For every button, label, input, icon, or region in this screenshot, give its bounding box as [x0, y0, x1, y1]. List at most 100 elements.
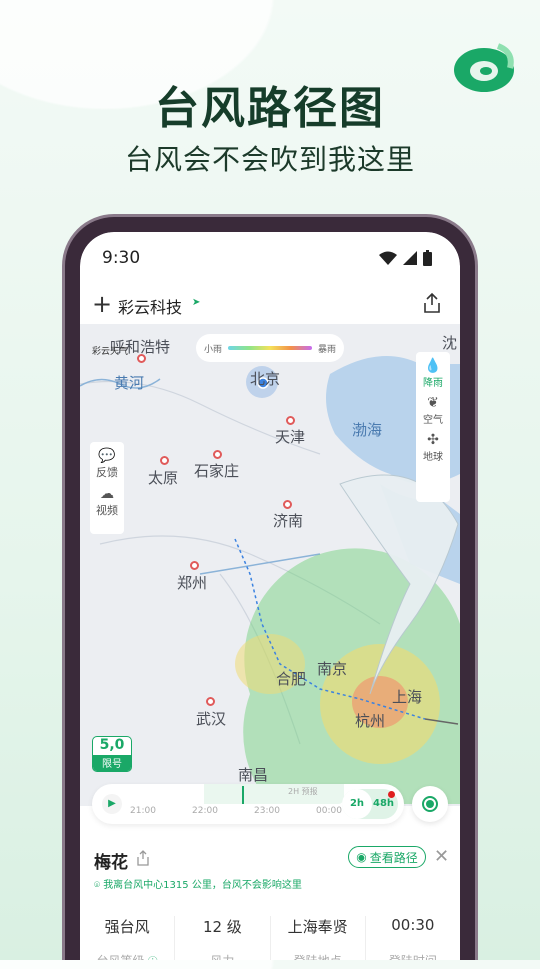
tick-label: 22:00 [192, 806, 218, 816]
play-button[interactable]: ▶ [102, 794, 122, 814]
stat-value: 强台风 [104, 918, 150, 936]
tool-label: 视频 [96, 504, 118, 517]
city-label: 天津 [275, 428, 306, 446]
restriction-label: 限号 [93, 755, 131, 771]
share-icon[interactable] [136, 850, 150, 866]
city-label: 郑州 [177, 574, 208, 592]
restriction-value: 5,0 [99, 737, 125, 753]
distance-text: 我离台风中心1315 公里，台风不会影响这里 [103, 880, 302, 891]
promo-subtitle: 台风会不会吹到我这里 [124, 143, 415, 176]
city-marker [160, 456, 169, 465]
city-label: 上海 [392, 688, 423, 706]
share-icon[interactable] [422, 292, 442, 314]
stat-level: 强台风台风等级 ⓘ [80, 916, 176, 968]
stat-value: 12 级 [202, 918, 242, 936]
phone-screen: 9:30 + 彩云科技 ➤ 呼和浩特 彩云天气 北京 天津 太原 石家庄 济南 … [80, 232, 460, 960]
tool-label: 反馈 [96, 466, 118, 479]
plus-icon[interactable]: + [92, 290, 112, 318]
city-label: 杭州 [355, 712, 386, 730]
city-label: 济南 [273, 512, 304, 530]
brand-watermark: 彩云天气 [92, 347, 129, 357]
forecast-label: 2H 预报 [288, 787, 318, 796]
notification-dot [388, 791, 395, 798]
download-icon: ☁ [100, 486, 114, 502]
stat-label: 登陆时间 [388, 954, 437, 968]
weather-map[interactable]: 呼和浩特 彩云天气 北京 天津 太原 石家庄 济南 郑州 合肥 南京 上海 杭州… [80, 324, 460, 806]
stat-label-text: 台风等级 [96, 954, 145, 968]
location-pin-icon: ⌾ [94, 880, 104, 891]
layer-label: 空气 [423, 415, 443, 426]
wifi-icon [379, 251, 397, 265]
stat-label: 风力 [210, 954, 235, 968]
layer-rain[interactable]: 💧 降雨 [416, 352, 450, 389]
tick-label: 23:00 [254, 806, 280, 816]
city-label: 太原 [148, 469, 179, 487]
typhoon-card: 梅花 ◉ 查看路径 ✕ ⌾ 我离台风中心1315 公里，台风不会影响这里 强台风台… [80, 806, 460, 960]
close-icon[interactable]: ✕ [434, 846, 449, 867]
city-marker [213, 450, 222, 459]
legend-min: 小雨 [204, 344, 223, 355]
plate-restriction-badge[interactable]: 5,0 限号 [92, 736, 132, 772]
location-arrow-icon: ➤ [192, 297, 201, 308]
stat-wind: 12 级风力 [175, 916, 271, 968]
status-time: 9:30 [102, 248, 141, 268]
layer-label: 降雨 [423, 378, 443, 389]
timeline-bar[interactable]: ▶ 2H 预报 21:00 22:00 23:00 00:00 2h 48h [92, 784, 404, 824]
stat-landfall-time: 00:30 登陆时间 [366, 916, 460, 968]
city-marker [206, 697, 215, 706]
view-path-label: 查看路径 [369, 850, 418, 865]
mode-48h[interactable]: 48h [373, 798, 394, 809]
city-label: 沈 [442, 334, 458, 352]
city-label: 石家庄 [194, 462, 240, 480]
stat-label: 台风等级 ⓘ [80, 952, 174, 968]
tick-label: 00:00 [316, 806, 342, 816]
help-icon[interactable]: ⓘ [145, 957, 158, 960]
river-label: 黄河 [114, 374, 145, 392]
fan-icon: ✣ [427, 432, 439, 448]
view-path-button[interactable]: ◉ 查看路径 [348, 846, 426, 868]
feedback-icon: 💬 [98, 448, 116, 464]
distance-note: ⌾ 我离台风中心1315 公里，台风不会影响这里 [94, 876, 446, 891]
legend-gradient [228, 346, 312, 350]
timeline-progress [204, 784, 344, 804]
locate-icon [422, 796, 438, 812]
promo-title: 台风路径图 [155, 83, 385, 134]
legend-max: 暴雨 [317, 344, 336, 355]
stat-label: 登陆地点 [293, 954, 342, 968]
locate-button[interactable] [412, 786, 448, 822]
feedback-button[interactable]: 💬 反馈 [90, 442, 124, 480]
rain-icon: 💧 [424, 358, 442, 374]
battery-icon [423, 250, 432, 266]
video-button[interactable]: ☁ 视频 [90, 480, 124, 518]
tool-panel: 💬 反馈 ☁ 视频 [90, 442, 124, 534]
city-marker [190, 561, 199, 570]
city-marker [137, 354, 146, 363]
stat-value: 00:30 [391, 916, 435, 934]
mode-toggle[interactable]: 2h 48h [342, 789, 398, 819]
city-label: 南京 [317, 660, 348, 678]
leaf-icon: ❦ [427, 395, 439, 411]
rain-legend: 小雨 暴雨 [196, 334, 344, 362]
city-marker [283, 500, 292, 509]
layer-panel: 💧 降雨 ❦ 空气 ✣ 地球 [416, 352, 450, 502]
mode-2h[interactable]: 2h [342, 789, 372, 819]
city-label: 武汉 [196, 710, 227, 728]
stat-value: 上海奉贤 [287, 918, 348, 936]
city-label: 合肥 [276, 670, 307, 688]
layer-label: 地球 [423, 452, 443, 463]
app-header: + 彩云科技 ➤ [80, 288, 460, 324]
layer-earth[interactable]: ✣ 地球 [416, 426, 450, 463]
tick-label: 21:00 [130, 806, 156, 816]
stat-landfall-place: 上海奉贤 登陆地点 [271, 916, 366, 968]
status-bar: 9:30 [102, 248, 438, 270]
signal-icon [403, 251, 417, 265]
city-label: 北京 [250, 370, 281, 388]
timeline-handle[interactable] [242, 786, 244, 804]
layer-air[interactable]: ❦ 空气 [416, 389, 450, 426]
typhoon-stats: 强台风台风等级 ⓘ 12 级风力 上海奉贤登陆地点 00:30 登陆时间 [80, 916, 460, 968]
location-name[interactable]: 彩云科技 [118, 294, 182, 318]
city-marker [286, 416, 295, 425]
typhoon-icon: ◉ [356, 850, 367, 864]
map-base [80, 356, 460, 804]
city-label: 南昌 [238, 766, 269, 784]
